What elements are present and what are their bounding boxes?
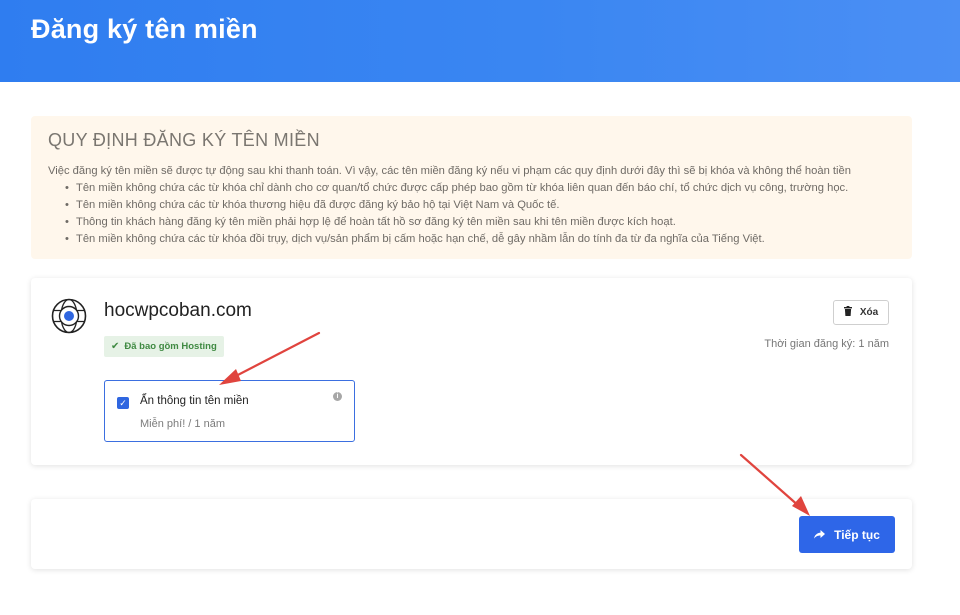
delete-label: Xóa [859,307,879,318]
registration-rules: QUY ĐỊNH ĐĂNG KÝ TÊN MIỀN Việc đăng ký t… [31,116,912,259]
rules-item: Thông tin khách hàng đăng ký tên miền ph… [65,214,895,231]
registration-time: Thời gian đăng ký: 1 năm [764,338,889,350]
privacy-option-price: Miễn phí! / 1 năm [140,418,225,430]
privacy-checkbox[interactable]: ✓ [117,397,129,409]
privacy-option-label: Ẩn thông tin tên miền [140,395,249,407]
rules-item: Tên miền không chứa các từ khóa đồi trụy… [65,231,895,248]
rules-intro: Việc đăng ký tên miền sẽ được tự động sa… [48,165,851,177]
domain-card: hocwpcoban.com ✔ Đã bao gồm Hosting ✓ Ẩn… [31,278,912,465]
continue-label: Tiếp tục [834,527,880,542]
rules-list: Tên miền không chứa các từ khóa chỉ dành… [48,180,895,248]
domain-name: hocwpcoban.com [104,300,252,321]
rules-title: QUY ĐỊNH ĐĂNG KÝ TÊN MIỀN [48,130,320,150]
page-header: Đăng ký tên miền [0,0,960,82]
trash-icon [843,306,852,319]
privacy-option[interactable]: ✓ Ẩn thông tin tên miền Miễn phí! / 1 nă… [104,380,355,442]
rules-item: Tên miền không chứa các từ khóa chỉ dành… [65,180,895,197]
rules-item: Tên miền không chứa các từ khóa thương h… [65,197,895,214]
share-arrow-icon [814,528,826,542]
info-icon[interactable]: i [333,392,342,401]
check-icon: ✔ [111,341,120,352]
actions-card: Tiếp tục [31,499,912,569]
page-title: Đăng ký tên miền [31,14,258,44]
hosting-included-badge: ✔ Đã bao gồm Hosting [104,336,224,357]
continue-button[interactable]: Tiếp tục [799,516,895,553]
badge-label: Đã bao gồm Hosting [124,341,217,352]
delete-button[interactable]: Xóa [833,300,889,325]
globe-icon [51,298,87,334]
